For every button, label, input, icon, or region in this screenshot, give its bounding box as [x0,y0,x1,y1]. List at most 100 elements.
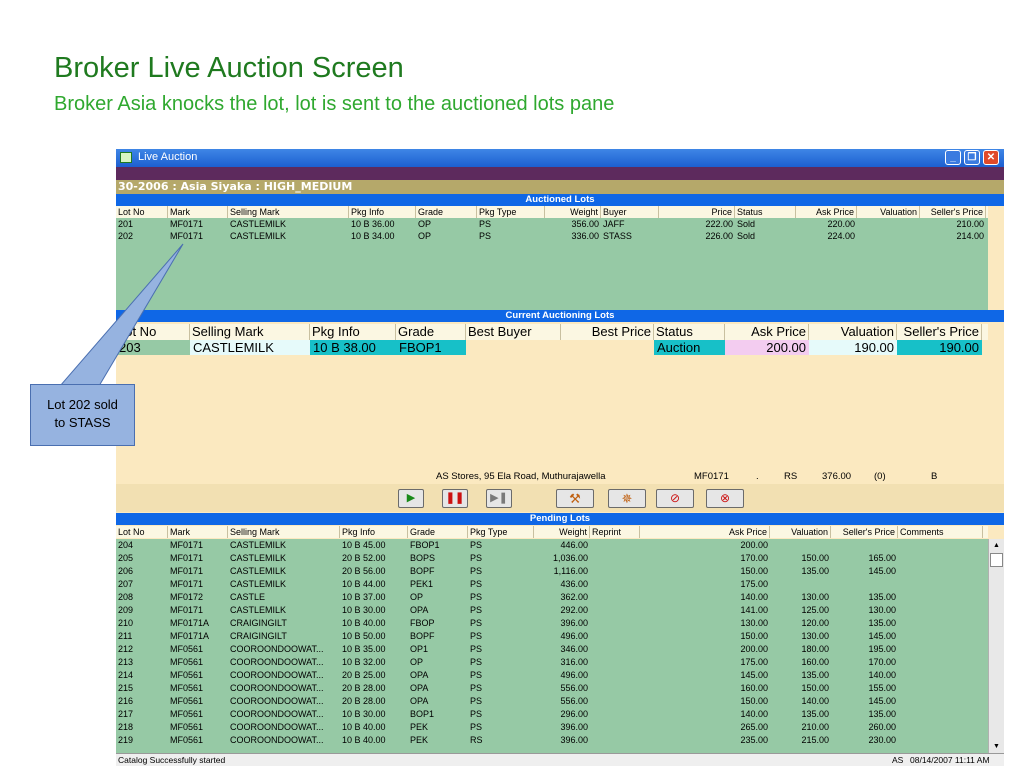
pending-row-cell: 206 [118,566,134,576]
scroll-thumb[interactable] [990,553,1003,567]
current-col-6[interactable]: Status [654,324,725,340]
pending-row[interactable]: 208 MF0172 CASTLE 10 B 37.00 OP PS 362.00 140.0… [116,591,988,603]
current-col-1[interactable]: Selling Mark [190,324,310,340]
scroll-up-icon[interactable]: ▲ [989,540,1004,552]
auctioned-col-7[interactable]: Buyer [601,206,659,218]
cancel-all-button[interactable]: ⊗ [706,489,744,508]
pending-row-cell: 218 [118,722,134,732]
current-col-8[interactable]: Valuation [809,324,897,340]
current-col-4[interactable]: Best Buyer [466,324,561,340]
pending-row[interactable]: 204 MF0171 CASTLEMILK 10 B 45.00 FBOP1 PS 446.… [116,539,988,551]
pending-col-9[interactable]: Valuation [770,526,831,538]
auctioned-row[interactable]: 201 MF0171 CASTLEMILK 10 B 36.00 OP PS 356.00 J… [116,218,988,230]
pending-row[interactable]: 213 MF0561 COOROONDOOWAT... 10 B 32.00 OP PS 3… [116,656,988,668]
auctioned-row-cell: OP [418,219,432,229]
restore-button[interactable]: ❐ [964,150,980,165]
current-col-3[interactable]: Grade [396,324,466,340]
pending-col-1[interactable]: Mark [168,526,228,538]
pending-col-2[interactable]: Selling Mark [228,526,340,538]
pending-row-cell: CRAIGINGILT [230,631,287,641]
pending-row-cell: MF0172 [170,592,204,602]
auctioned-row-cell: MF0171 [170,231,204,241]
current-col-5[interactable]: Best Price [561,324,654,340]
auctioned-row-cell: 222.00 [705,219,733,229]
pending-row-cell: COOROONDOOWAT... [230,657,324,667]
auctioned-lots-table: 201 MF0171 CASTLEMILK 10 B 36.00 OP PS 356.00 J… [116,218,988,310]
pending-row-cell: CASTLEMILK [230,605,287,615]
auctioned-col-2[interactable]: Selling Mark [228,206,349,218]
current-lot-row[interactable]: 203 CASTLEMILK 10 B 38.00 FBOP1 Auction 200.0… [116,340,988,355]
pause-button[interactable]: ❚❚ [442,489,468,508]
pending-row[interactable]: 216 MF0561 COOROONDOOWAT... 20 B 28.00 OPA PS… [116,695,988,707]
current-col-7[interactable]: Ask Price [725,324,809,340]
withdraw-icon: ✵ [621,491,633,506]
pending-row-cell: 150.00 [740,566,768,576]
pending-row-cell: 20 B 25.00 [342,670,386,680]
current-col-9[interactable]: Seller's Price [897,324,982,340]
pending-row-cell: 496.00 [560,670,588,680]
pending-row-cell: 214 [118,670,134,680]
pending-row[interactable]: 217 MF0561 COOROONDOOWAT... 10 B 30.00 BOP1 P… [116,708,988,720]
auctioned-row-cell: PS [479,219,492,229]
pending-row-cell: MF0561 [170,683,204,693]
pending-col-8[interactable]: Ask Price [640,526,770,538]
slide-subtitle: Broker Asia knocks the lot, lot is sent … [54,93,615,115]
pending-row[interactable]: 211 MF0171A CRAIGINGILT 10 B 50.00 BOPF PS 496… [116,630,988,642]
pending-row-cell: 10 B 35.00 [342,644,386,654]
auctioned-col-5[interactable]: Pkg Type [477,206,545,218]
pending-row-cell: 130.00 [740,618,768,628]
pending-row-cell: CRAIGINGILT [230,618,287,628]
window-titlebar[interactable]: Live Auction _ ❐ ✕ [116,149,1004,167]
pending-scrollbar[interactable]: ▲ ▼ [988,539,1004,755]
pending-row-cell: OPA [410,670,429,680]
pending-col-10[interactable]: Seller's Price [831,526,898,538]
pending-row-cell: 219 [118,735,134,745]
current-col-2[interactable]: Pkg Info [310,324,396,340]
auctioned-col-1[interactable]: Mark [168,206,228,218]
auctioned-col-10[interactable]: Ask Price [796,206,857,218]
pending-col-3[interactable]: Pkg Info [340,526,408,538]
pending-row-cell: MF0171 [170,605,204,615]
pending-row-cell: MF0171A [170,631,210,641]
pending-row[interactable]: 218 MF0561 COOROONDOOWAT... 10 B 40.00 PEK PS… [116,721,988,733]
auctioned-col-8[interactable]: Price [659,206,735,218]
auctioned-col-0[interactable]: Lot No [116,206,168,218]
pending-row[interactable]: 219 MF0561 COOROONDOOWAT... 10 B 40.00 PEK RS… [116,734,988,746]
pending-col-0[interactable]: Lot No [116,526,168,538]
pending-row-cell: 10 B 32.00 [342,657,386,667]
close-button[interactable]: ✕ [983,150,999,165]
current-col-0[interactable]: Lot No [116,324,190,340]
pending-row[interactable]: 212 MF0561 COOROONDOOWAT... 10 B 35.00 OP1 PS… [116,643,988,655]
cancel-lot-button[interactable]: ⊘ [656,489,694,508]
gavel-button[interactable]: ⚒ [556,489,594,508]
pending-col-11[interactable]: Comments [898,526,983,538]
auctioned-col-3[interactable]: Pkg Info [349,206,416,218]
pending-col-6[interactable]: Weight [534,526,590,538]
pending-row-cell: 10 B 40.00 [342,735,386,745]
pending-row-cell: MF0561 [170,722,204,732]
pending-row[interactable]: 209 MF0171 CASTLEMILK 10 B 30.00 OPA PS 292.00… [116,604,988,616]
play-button[interactable]: ▶ [398,489,424,508]
withdraw-button[interactable]: ✵ [608,489,646,508]
pending-row[interactable]: 210 MF0171A CRAIGINGILT 10 B 40.00 FBOP PS 396… [116,617,988,629]
auctioned-col-4[interactable]: Grade [416,206,477,218]
minimize-button[interactable]: _ [945,150,961,165]
auctioned-col-6[interactable]: Weight [545,206,601,218]
auctioned-col-12[interactable]: Seller's Price [920,206,986,218]
pending-row-cell: PEK1 [410,579,434,589]
auctioned-row[interactable]: 202 MF0171 CASTLEMILK 10 B 34.00 OP PS 336.00 S… [116,230,988,242]
pending-col-7[interactable]: Reprint [590,526,640,538]
pending-col-5[interactable]: Pkg Type [468,526,534,538]
auctioned-col-11[interactable]: Valuation [857,206,920,218]
pending-row[interactable]: 206 MF0171 CASTLEMILK 20 B 56.00 BOPF PS 1,116… [116,565,988,577]
auctioned-col-9[interactable]: Status [735,206,796,218]
pending-row[interactable]: 214 MF0561 COOROONDOOWAT... 20 B 25.00 OPA PS… [116,669,988,681]
auctioned-row-cell: OP [418,231,432,241]
pending-row-cell: MF0561 [170,644,204,654]
pending-row[interactable]: 205 MF0171 CASTLEMILK 20 B 52.00 BOPS PS 1,036… [116,552,988,564]
scroll-down-icon[interactable]: ▼ [989,741,1004,753]
pending-row[interactable]: 207 MF0171 CASTLEMILK 10 B 44.00 PEK1 PS 436.0… [116,578,988,590]
next-button[interactable]: ▶❚ [486,489,512,508]
pending-row[interactable]: 215 MF0561 COOROONDOOWAT... 20 B 28.00 OPA PS… [116,682,988,694]
pending-col-4[interactable]: Grade [408,526,468,538]
